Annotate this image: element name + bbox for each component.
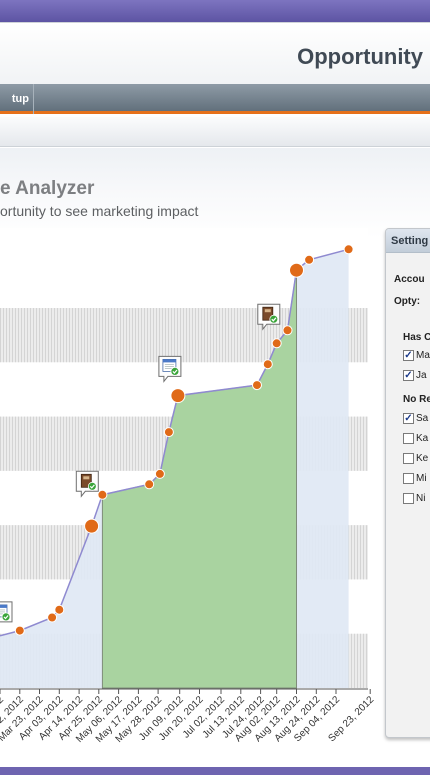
- data-point[interactable]: [97, 489, 108, 500]
- has-checkbox-row[interactable]: ✓ Ma: [403, 350, 430, 364]
- no-checkbox-label: Sa: [416, 413, 429, 424]
- has-checkbox[interactable]: ✓: [403, 370, 414, 381]
- no-checkbox-row[interactable]: Mi: [403, 473, 427, 487]
- nav-bar: tup: [0, 84, 430, 114]
- has-group-label: Has C: [403, 332, 430, 343]
- data-point[interactable]: [304, 254, 315, 265]
- data-point[interactable]: [84, 518, 100, 534]
- data-point[interactable]: [144, 479, 155, 490]
- data-point[interactable]: [170, 388, 186, 404]
- data-point[interactable]: [252, 380, 262, 391]
- no-checkbox-row[interactable]: Ke: [403, 453, 428, 467]
- data-point[interactable]: [154, 468, 165, 479]
- no-checkbox-row[interactable]: Ka: [403, 433, 428, 447]
- data-point[interactable]: [54, 604, 65, 615]
- browser-bottom-strip: [0, 767, 430, 775]
- no-checkbox[interactable]: [403, 473, 414, 484]
- opty-label: Opty:: [394, 296, 421, 307]
- page-title: e Analyzer: [0, 178, 95, 199]
- data-point[interactable]: [282, 325, 293, 336]
- data-point[interactable]: [343, 244, 354, 255]
- data-point[interactable]: [289, 262, 304, 278]
- data-point[interactable]: [47, 612, 58, 623]
- title-bar: Opportunity: [0, 22, 430, 84]
- no-checkbox[interactable]: [403, 493, 414, 504]
- data-point[interactable]: [14, 625, 25, 636]
- settings-header[interactable]: Setting: [386, 229, 430, 253]
- no-checkbox[interactable]: ✓: [403, 413, 414, 424]
- has-checkbox-label: Ja: [416, 370, 427, 381]
- app-title: Opportunity: [297, 44, 423, 69]
- app-frame: Opportunity tup e Analyzer ortunity to s…: [0, 22, 430, 767]
- nav-tab-label: tup: [11, 93, 29, 105]
- has-checkbox-row[interactable]: ✓ Ja: [403, 370, 427, 384]
- data-point[interactable]: [163, 427, 174, 438]
- no-checkbox[interactable]: [403, 433, 414, 444]
- data-point[interactable]: [262, 359, 273, 370]
- no-group-label: No Re: [403, 394, 430, 405]
- no-checkbox-label: Ke: [416, 453, 429, 464]
- page-subtitle: ortunity to see marketing impact: [0, 203, 199, 219]
- has-checkbox-label: Ma: [416, 350, 430, 361]
- sub-toolbar: [0, 117, 430, 147]
- data-point[interactable]: [271, 338, 282, 349]
- no-checkbox[interactable]: [403, 453, 414, 464]
- no-checkbox-label: Ka: [416, 433, 429, 444]
- browser-top-strip: [0, 0, 430, 22]
- opportunity-chart: , 2012Mar 12, 2012Mar 23, 2012Apr 03, 20…: [0, 228, 377, 745]
- main-content: e Analyzer ortunity to see marketing imp…: [0, 148, 430, 767]
- no-checkbox-row[interactable]: ✓ Sa: [403, 413, 428, 427]
- account-label: Accou: [394, 274, 425, 285]
- settings-panel: Setting Accou Opty: Has C ✓ Ma ✓ Ja No Re ✓…: [385, 228, 430, 738]
- has-checkbox[interactable]: ✓: [403, 350, 414, 361]
- no-checkbox-label: Ni: [416, 493, 426, 504]
- no-checkbox-row[interactable]: Ni: [403, 493, 425, 507]
- no-checkbox-label: Mi: [416, 473, 427, 484]
- nav-tab-setup[interactable]: tup: [0, 84, 34, 114]
